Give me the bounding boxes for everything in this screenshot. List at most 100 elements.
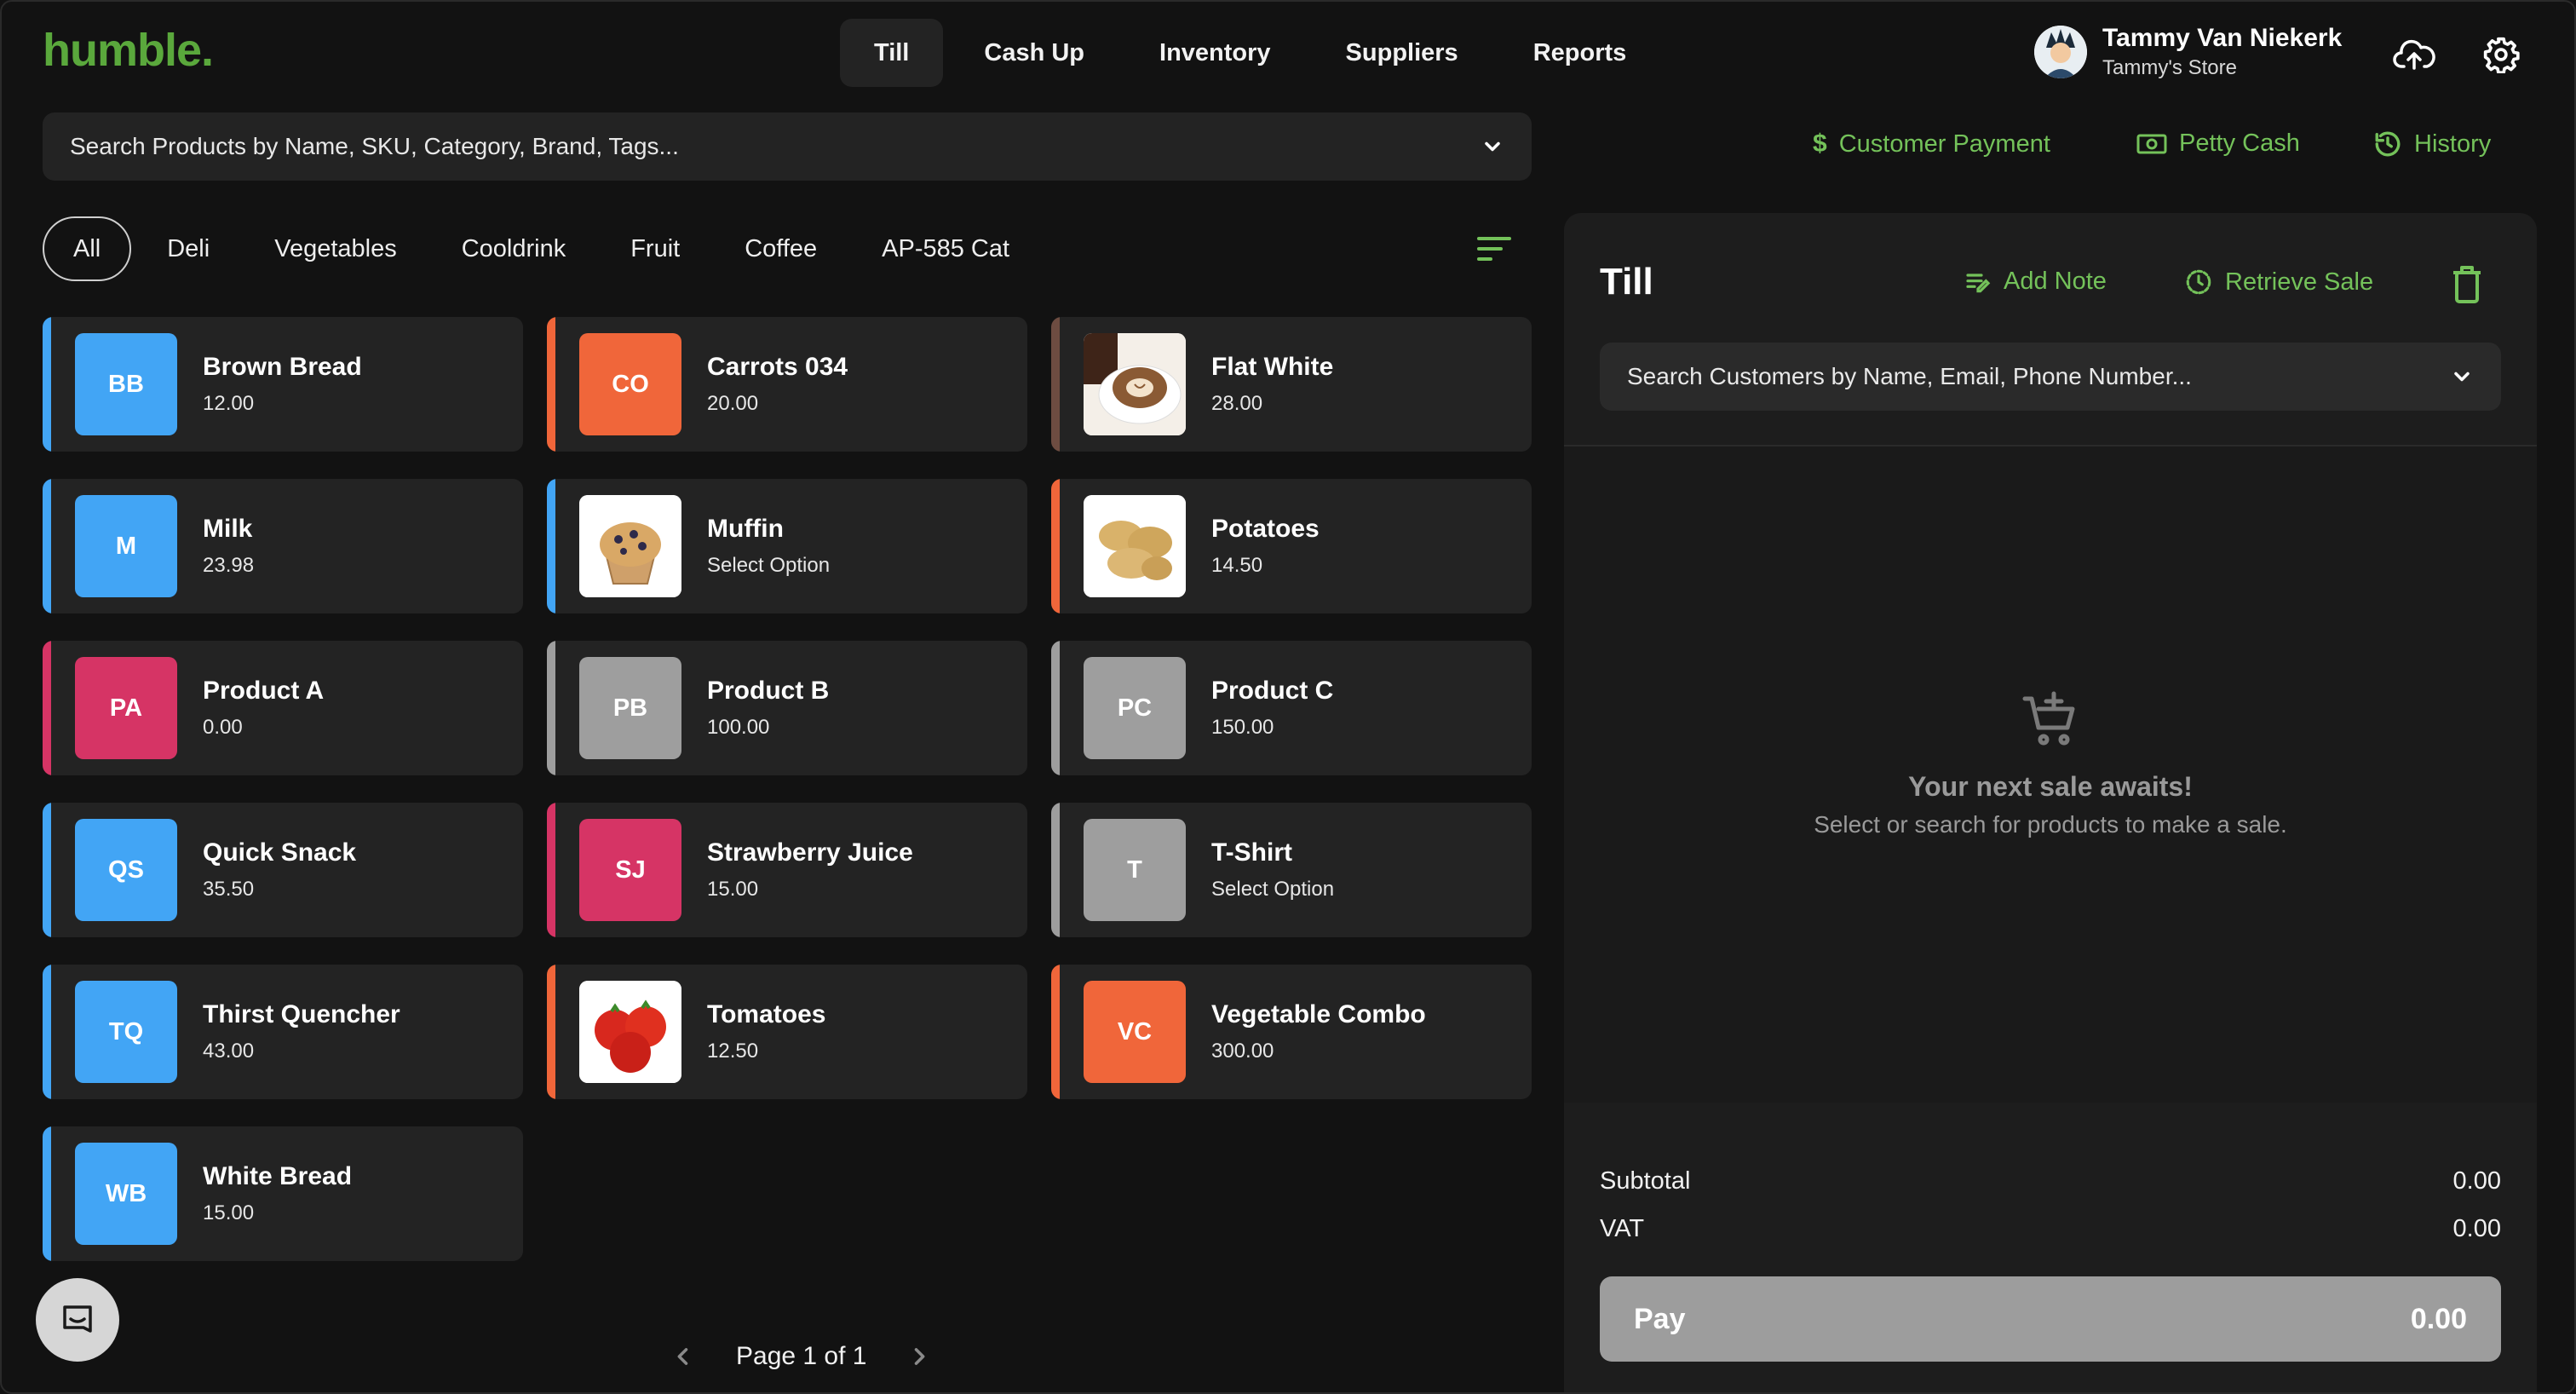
customer-payment-label: Customer Payment <box>1838 130 2050 158</box>
product-card[interactable]: TQ Thirst Quencher 43.00 <box>43 965 523 1099</box>
product-info: Flat White 28.00 <box>1211 353 1333 416</box>
dashed-clock-icon <box>2186 269 2211 295</box>
category-chip-deli[interactable]: Deli <box>138 216 239 281</box>
card-stripe <box>1051 317 1060 452</box>
product-price: 15.00 <box>203 1201 255 1224</box>
product-name: Vegetable Combo <box>1211 1000 1426 1028</box>
pay-label: Pay <box>1634 1302 1686 1335</box>
user-details: Tammy Van Niekerk Tammy's Store <box>2102 24 2342 80</box>
nav-tab-reports[interactable]: Reports <box>1499 19 1661 87</box>
product-info: Product B 100.00 <box>707 677 829 740</box>
product-initials: BB <box>75 333 177 435</box>
product-card[interactable]: PA Product A 0.00 <box>43 641 523 775</box>
product-card[interactable]: SJ Strawberry Juice 15.00 <box>547 803 1027 937</box>
product-initials: QS <box>75 819 177 921</box>
humble-logo[interactable]: humble. <box>43 24 214 77</box>
customer-search-placeholder: Search Customers by Name, Email, Phone N… <box>1627 363 2192 389</box>
product-card[interactable]: CO Carrots 034 20.00 <box>547 317 1027 452</box>
card-stripe <box>1051 641 1060 775</box>
user-menu[interactable]: Tammy Van Niekerk Tammy's Store <box>2034 24 2342 80</box>
product-card[interactable]: T T-Shirt Select Option <box>1051 803 1532 937</box>
vat-row: VAT 0.00 <box>1600 1215 2501 1243</box>
cloud-upload-icon[interactable] <box>2392 32 2436 77</box>
product-search-input[interactable]: Search Products by Name, SKU, Category, … <box>43 112 1532 181</box>
product-name: White Bread <box>203 1162 353 1190</box>
category-chip-ap-585-cat[interactable]: AP-585 Cat <box>853 216 1038 281</box>
product-image-coffee <box>1084 333 1186 435</box>
nav-tab-cash-up[interactable]: Cash Up <box>950 19 1118 87</box>
petty-cash-button[interactable]: Petty Cash <box>2136 130 2300 158</box>
product-grid: BB Brown Bread 12.00 CO Carrots 034 20.00 Fl… <box>43 317 1532 1261</box>
gear-icon[interactable] <box>2479 32 2523 77</box>
product-name: Product A <box>203 677 325 705</box>
card-stripe <box>547 317 555 452</box>
category-chip-vegetables[interactable]: Vegetables <box>245 216 426 281</box>
product-card[interactable]: Tomatoes 12.50 <box>547 965 1027 1099</box>
card-stripe <box>43 479 51 613</box>
product-price: 20.00 <box>707 392 759 415</box>
chevron-left-icon[interactable] <box>666 1339 700 1374</box>
product-initials: PC <box>1084 657 1186 759</box>
product-info: Muffin Select Option <box>707 515 830 578</box>
retrieve-sale-label: Retrieve Sale <box>2225 268 2374 296</box>
product-card[interactable]: BB Brown Bread 12.00 <box>43 317 523 452</box>
category-chip-coffee[interactable]: Coffee <box>716 216 846 281</box>
product-price: 12.00 <box>203 392 255 415</box>
trash-icon[interactable] <box>2450 264 2487 305</box>
sort-filter-icon[interactable] <box>1474 230 1515 268</box>
category-filter: All Deli Vegetables Cooldrink Fruit Coff… <box>43 216 1038 281</box>
product-image-muffin <box>579 495 681 597</box>
product-card[interactable]: PC Product C 150.00 <box>1051 641 1532 775</box>
category-chip-fruit[interactable]: Fruit <box>601 216 709 281</box>
support-chat-button[interactable] <box>36 1278 119 1362</box>
product-card[interactable]: Muffin Select Option <box>547 479 1027 613</box>
product-name: Milk <box>203 515 253 543</box>
product-info: Brown Bread 12.00 <box>203 353 362 416</box>
product-initials: T <box>1084 819 1186 921</box>
add-to-cart-icon <box>2022 691 2075 746</box>
page-label: Page 1 of 1 <box>736 1342 867 1370</box>
product-name: Thirst Quencher <box>203 1000 400 1028</box>
chat-icon <box>63 1305 92 1333</box>
product-card[interactable]: PB Product B 100.00 <box>547 641 1027 775</box>
category-chip-all[interactable]: All <box>43 216 132 281</box>
pay-button[interactable]: Pay 0.00 <box>1600 1276 2501 1362</box>
customer-payment-button[interactable]: $ Customer Payment <box>1813 130 2050 158</box>
product-initials: M <box>75 495 177 597</box>
product-name: Flat White <box>1211 353 1334 381</box>
product-info: Vegetable Combo 300.00 <box>1211 1000 1426 1063</box>
product-card[interactable]: Potatoes 14.50 <box>1051 479 1532 613</box>
product-image-potatoes <box>1084 495 1186 597</box>
product-card[interactable]: VC Vegetable Combo 300.00 <box>1051 965 1532 1099</box>
product-price: 35.50 <box>203 878 255 901</box>
product-card[interactable]: WB White Bread 15.00 <box>43 1126 523 1261</box>
chevron-down-icon <box>1485 141 1500 152</box>
card-stripe <box>43 317 51 452</box>
card-stripe <box>547 965 555 1099</box>
product-info: Thirst Quencher 43.00 <box>203 1000 400 1063</box>
nav-tab-inventory[interactable]: Inventory <box>1125 19 1305 87</box>
product-name: Potatoes <box>1211 515 1320 543</box>
nav-tab-till[interactable]: Till <box>840 19 944 87</box>
category-chip-cooldrink[interactable]: Cooldrink <box>433 216 595 281</box>
history-button[interactable]: History <box>2373 130 2491 158</box>
customer-search-input[interactable]: Search Customers by Name, Email, Phone N… <box>1600 343 2501 411</box>
product-card[interactable]: M Milk 23.98 <box>43 479 523 613</box>
retrieve-sale-button[interactable]: Retrieve Sale <box>2184 268 2373 297</box>
chevron-right-icon[interactable] <box>902 1339 936 1374</box>
note-icon <box>1966 273 1991 292</box>
subtotal-label: Subtotal <box>1600 1167 1691 1195</box>
add-note-label: Add Note <box>2004 268 2107 295</box>
product-name: Tomatoes <box>707 1000 826 1028</box>
card-stripe <box>1051 803 1060 937</box>
product-price: 15.00 <box>707 878 759 901</box>
product-info: Potatoes 14.50 <box>1211 515 1320 578</box>
product-info: Product A 0.00 <box>203 677 324 740</box>
product-info: White Bread 15.00 <box>203 1162 352 1225</box>
user-name: Tammy Van Niekerk <box>2102 24 2343 52</box>
product-initials: TQ <box>75 981 177 1083</box>
product-card[interactable]: Flat White 28.00 <box>1051 317 1532 452</box>
nav-tab-suppliers[interactable]: Suppliers <box>1312 19 1492 87</box>
product-card[interactable]: QS Quick Snack 35.50 <box>43 803 523 937</box>
add-note-button[interactable]: Add Note <box>1964 268 2107 296</box>
